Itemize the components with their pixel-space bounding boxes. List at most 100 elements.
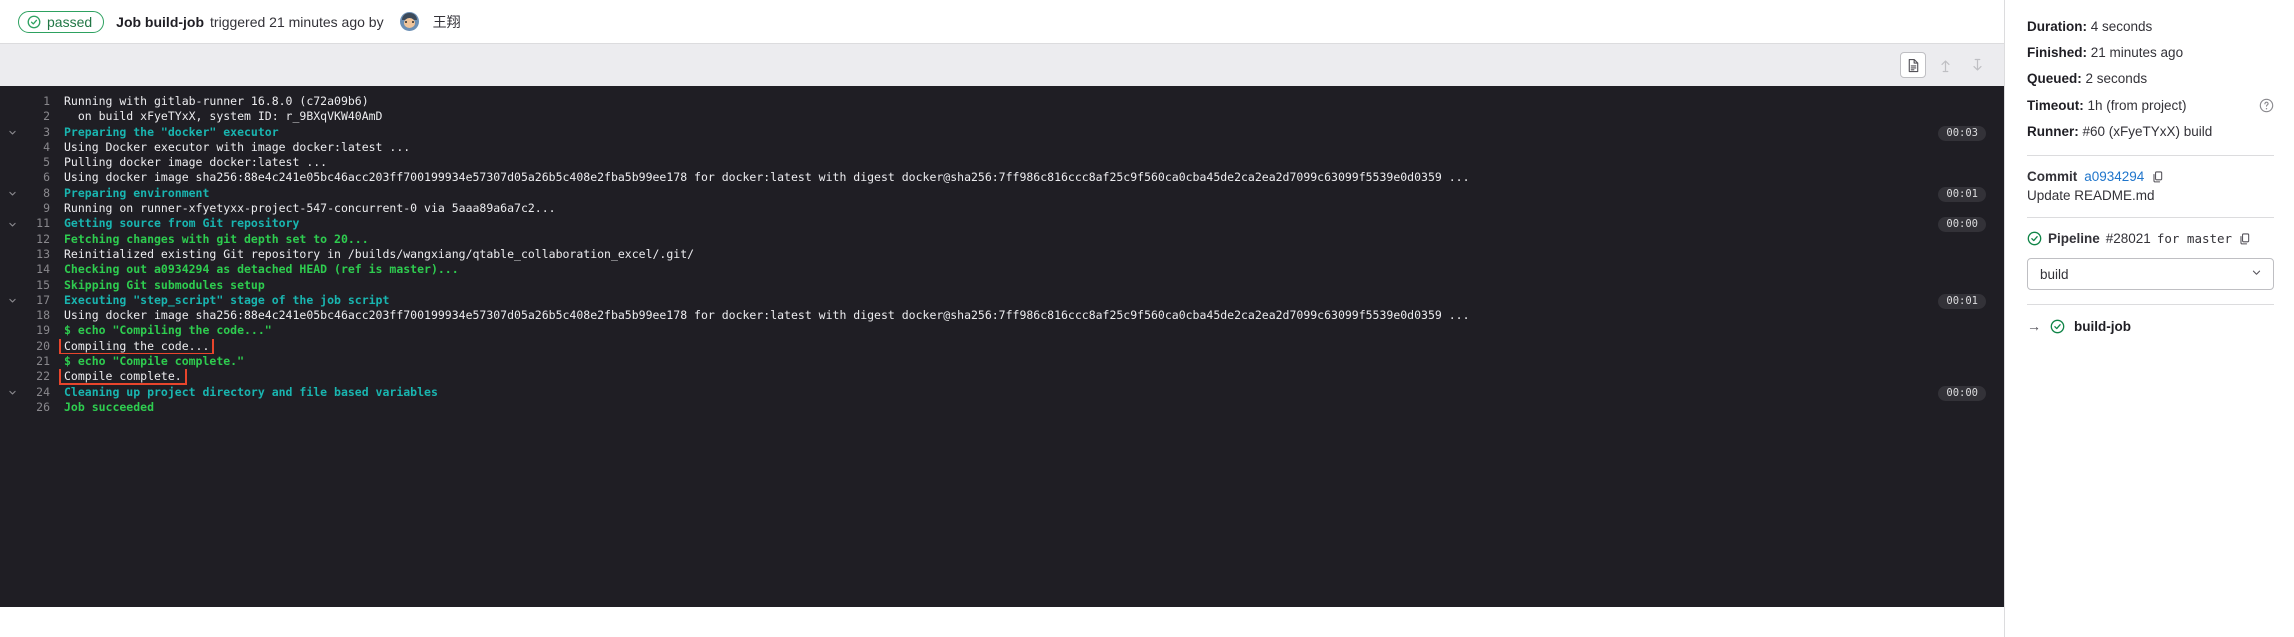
section-duration-badge: 00:01 bbox=[1938, 186, 1986, 202]
log-line-number: 9 bbox=[43, 201, 50, 216]
log-line-text: Executing "step_script" stage of the job… bbox=[64, 292, 390, 307]
log-line-text: Using Docker executor with image docker:… bbox=[64, 139, 411, 154]
avatar-eyes bbox=[404, 21, 414, 23]
log-line-number: 19 bbox=[36, 323, 50, 338]
chevron-down-icon[interactable] bbox=[0, 127, 24, 138]
log-line-text: Using docker image sha256:88e4c241e05bc4… bbox=[64, 308, 1470, 323]
log-line: 6 Using docker image sha256:88e4c241e05bc… bbox=[0, 170, 2004, 185]
log-line: 14 Checking out a0934294 as detached HEAD… bbox=[0, 262, 2004, 277]
log-line-number: 3 bbox=[43, 124, 50, 139]
chevron-down-icon[interactable] bbox=[0, 188, 24, 199]
log-line: 17 Executing "step_script" stage of the j… bbox=[0, 292, 2004, 309]
log-line-number: 22 bbox=[36, 369, 50, 384]
section-duration-badge: 00:01 bbox=[1938, 293, 1986, 309]
job-header-text: Job build-job triggered 21 minutes ago b… bbox=[116, 14, 383, 30]
pipeline-label: Pipeline bbox=[2048, 231, 2100, 247]
log-line: 12 Fetching changes with git depth set to… bbox=[0, 232, 2004, 247]
log-line-number: 1 bbox=[43, 94, 50, 108]
log-line-text: Running on runner-xfyetyxx-project-547-c… bbox=[64, 201, 556, 216]
timeout-label: Timeout: bbox=[2027, 97, 2084, 113]
log-highlight-box: Compiling the code... bbox=[58, 338, 215, 355]
pipeline-id[interactable]: #28021 bbox=[2106, 231, 2151, 246]
log-line: 11 Getting source from Git repository 00:0… bbox=[0, 216, 2004, 233]
sidebar-job-item[interactable]: → build-job bbox=[2027, 318, 2274, 334]
log-line-text: Pulling docker image docker:latest ... bbox=[64, 155, 328, 170]
stage-select[interactable]: build bbox=[2027, 258, 2274, 291]
question-circle-icon[interactable] bbox=[2259, 98, 2274, 113]
sidebar-divider-3 bbox=[2027, 304, 2274, 306]
copy-icon[interactable] bbox=[2151, 170, 2165, 184]
chevron-down-icon[interactable] bbox=[0, 295, 24, 306]
queued-row: Queued: 2 seconds bbox=[2027, 70, 2274, 88]
scroll-to-bottom-button[interactable] bbox=[1964, 52, 1990, 78]
log-line: 18 Using docker image sha256:88e4c241e05b… bbox=[0, 308, 2004, 323]
show-complete-raw-button[interactable] bbox=[1900, 52, 1926, 78]
sidebar-divider-1 bbox=[2027, 155, 2274, 157]
user-name[interactable]: 王翔 bbox=[433, 12, 461, 32]
log-line-text: Compiling the code... bbox=[50, 338, 2004, 355]
log-line: 21 $ echo "Compile complete." bbox=[0, 354, 2004, 369]
queued-label: Queued: bbox=[2027, 71, 2082, 87]
main-column: passed Job build-job triggered 21 minute… bbox=[0, 0, 2004, 637]
pipeline-ref: for master bbox=[2156, 231, 2233, 247]
copy-icon[interactable] bbox=[2238, 232, 2252, 246]
commit-sha-link[interactable]: a0934294 bbox=[2084, 169, 2144, 184]
job-header: passed Job build-job triggered 21 minute… bbox=[0, 0, 2004, 44]
file-icon bbox=[1906, 58, 1921, 73]
arrow-up-icon bbox=[1938, 58, 1953, 73]
log-line-text: Checking out a0934294 as detached HEAD (… bbox=[64, 262, 459, 277]
log-line-number: 13 bbox=[36, 246, 50, 261]
job-title: Job build-job bbox=[116, 13, 205, 30]
log-line: 22 Compile complete. bbox=[0, 369, 2004, 385]
log-line: 13 Reinitialized existing Git repository … bbox=[0, 247, 2004, 262]
chevron-down-icon[interactable] bbox=[0, 387, 24, 398]
stage-select-value: build bbox=[2040, 266, 2069, 282]
log-line-number: 18 bbox=[36, 308, 50, 323]
status-badge: passed bbox=[18, 10, 105, 33]
log-line: 19 $ echo "Compiling the code..." bbox=[0, 323, 2004, 338]
duration-value: 4 seconds bbox=[2090, 19, 2153, 34]
runner-row: Runner: #60 (xFyeTYxX) build bbox=[2027, 123, 2274, 141]
log-line-text: Fetching changes with git depth set to 2… bbox=[64, 231, 369, 246]
sidebar-job-name: build-job bbox=[2074, 318, 2131, 334]
log-line: 2 on build xFyeTYxX, system ID: r_9BXqVK… bbox=[0, 109, 2004, 124]
log-line-text: Preparing environment bbox=[64, 185, 210, 200]
check-circle-icon bbox=[2050, 319, 2065, 334]
runner-label: Runner: bbox=[2027, 123, 2079, 139]
log-toolbar bbox=[0, 44, 2004, 86]
log-line-text: Cleaning up project directory and file b… bbox=[64, 384, 438, 399]
job-log-output[interactable]: 1 Running with gitlab-runner 16.8.0 (c72a… bbox=[0, 86, 2004, 607]
section-duration-badge: 00:00 bbox=[1938, 385, 1986, 401]
log-line-number: 21 bbox=[36, 354, 50, 369]
scroll-to-top-button[interactable] bbox=[1932, 52, 1958, 78]
log-line-text: Job succeeded bbox=[64, 399, 155, 414]
log-line-text: Using docker image sha256:88e4c241e05bc4… bbox=[64, 170, 1470, 185]
timeout-row: Timeout: 1h (from project) bbox=[2027, 97, 2274, 115]
commit-label: Commit bbox=[2027, 169, 2078, 185]
log-line-number: 14 bbox=[36, 262, 50, 277]
arrow-down-icon bbox=[1970, 58, 1985, 73]
log-line-number: 4 bbox=[43, 139, 50, 154]
log-line: 5 Pulling docker image docker:latest ... bbox=[0, 155, 2004, 170]
queued-value: 2 seconds bbox=[2085, 71, 2148, 87]
finished-label: Finished: bbox=[2027, 45, 2087, 61]
chevron-down-icon[interactable] bbox=[0, 219, 24, 230]
log-line-number: 12 bbox=[36, 231, 50, 246]
log-line: 9 Running on runner-xfyetyxx-project-547-… bbox=[0, 201, 2004, 216]
log-line-text: $ echo "Compile complete." bbox=[64, 354, 245, 369]
log-line: 24 Cleaning up project directory and file… bbox=[0, 384, 2004, 401]
job-log-page: passed Job build-job triggered 21 minute… bbox=[0, 0, 2294, 637]
commit-message: Update README.md bbox=[2027, 188, 2155, 204]
log-line: 1 Running with gitlab-runner 16.8.0 (c72a… bbox=[0, 94, 2004, 109]
arrow-right-icon: → bbox=[2027, 318, 2041, 335]
log-line: 15 Skipping Git submodules setup bbox=[0, 278, 2004, 293]
job-sidebar: Duration: 4 seconds Finished: 21 minutes… bbox=[2004, 0, 2294, 637]
log-line-text: $ echo "Compiling the code..." bbox=[64, 323, 272, 338]
log-line-number: 8 bbox=[43, 185, 50, 200]
commit-row: Commit a0934294 bbox=[2027, 169, 2274, 184]
log-line-number: 11 bbox=[36, 216, 50, 231]
finished-value: 21 minutes ago bbox=[2090, 45, 2184, 61]
avatar[interactable] bbox=[399, 12, 419, 31]
log-line: 4 Using Docker executor with image docker… bbox=[0, 140, 2004, 155]
avatar-face bbox=[403, 18, 415, 28]
